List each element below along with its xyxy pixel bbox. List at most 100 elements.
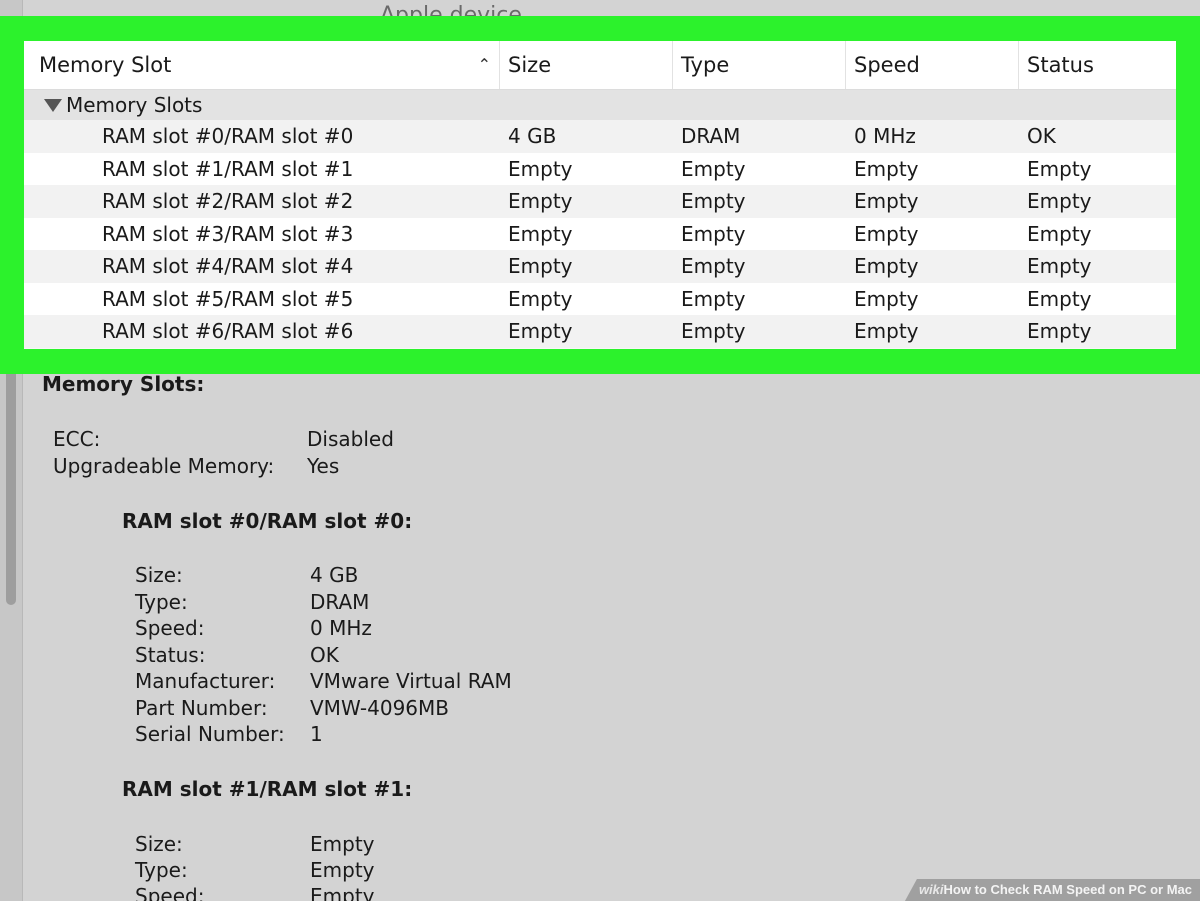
cell-speed: Empty (854, 221, 919, 246)
column-header-type[interactable]: Type (673, 41, 846, 89)
table-row[interactable]: RAM slot #6/RAM slot #6 Empty Empty Empt… (24, 315, 1176, 348)
cell-slot: RAM slot #3/RAM slot #3 (102, 221, 354, 246)
column-label: Memory Slot (39, 53, 172, 77)
speed-value: Empty (310, 884, 375, 901)
cell-status: Empty (1027, 286, 1092, 311)
cell-type: DRAM (681, 124, 741, 149)
cell-type: Empty (681, 319, 746, 344)
ecc-row: ECC: Disabled (53, 426, 394, 453)
upgradeable-row: Upgradeable Memory: Yes (53, 453, 339, 480)
speed-label: Speed: (135, 616, 205, 640)
cell-speed: Empty (854, 286, 919, 311)
system-information-window: Apple device Memory Slot ⌃ Size Type Spe… (0, 0, 1200, 901)
slot1-speed-row: Speed: Empty (135, 883, 375, 901)
table-header: Memory Slot ⌃ Size Type Speed Status (24, 41, 1176, 90)
upgradeable-value: Yes (307, 454, 340, 478)
slot0-part-row: Part Number: VMW-4096MB (135, 695, 449, 722)
type-value: DRAM (310, 590, 370, 614)
ecc-label: ECC: (53, 427, 101, 451)
table-row[interactable]: RAM slot #1/RAM slot #1 Empty Empty Empt… (24, 152, 1176, 185)
wikihow-watermark: wikiHow to Check RAM Speed on PC or Mac (904, 879, 1200, 901)
watermark-title: How to Check RAM Speed on PC or Mac (943, 882, 1192, 897)
cell-slot: RAM slot #4/RAM slot #4 (102, 254, 354, 279)
cell-slot: RAM slot #1/RAM slot #1 (102, 156, 354, 181)
slot1-size-row: Size: Empty (135, 831, 375, 858)
memory-slots-table: Memory Slot ⌃ Size Type Speed Status Mem… (24, 41, 1176, 349)
cell-speed: 0 MHz (854, 124, 916, 149)
cell-size: Empty (508, 189, 573, 214)
table-row[interactable]: RAM slot #5/RAM slot #5 Empty Empty Empt… (24, 282, 1176, 315)
column-label: Type (681, 53, 730, 77)
serial-number-value: 1 (310, 722, 323, 746)
status-value: OK (310, 643, 339, 667)
column-header-speed[interactable]: Speed (846, 41, 1019, 89)
group-row-memory-slots[interactable]: Memory Slots (24, 90, 1176, 120)
cell-size: Empty (508, 156, 573, 181)
sort-ascending-icon: ⌃ (477, 55, 491, 74)
cell-size: Empty (508, 286, 573, 311)
cell-speed: Empty (854, 189, 919, 214)
watermark-brand: wiki (918, 882, 944, 897)
part-number-label: Part Number: (135, 696, 268, 720)
type-value: Empty (310, 858, 375, 882)
cell-slot: RAM slot #6/RAM slot #6 (102, 319, 354, 344)
cell-slot: RAM slot #0/RAM slot #0 (102, 124, 354, 149)
details-pane: Memory Slots: ECC: Disabled Upgradeable … (24, 372, 1200, 901)
cell-slot: RAM slot #2/RAM slot #2 (102, 189, 354, 214)
cell-type: Empty (681, 189, 746, 214)
slot0-size-row: Size: 4 GB (135, 562, 358, 589)
status-label: Status: (135, 643, 206, 667)
slot1-type-row: Type: Empty (135, 857, 375, 884)
details-title: Memory Slots: (42, 372, 205, 396)
size-value: Empty (310, 832, 375, 856)
cell-size: 4 GB (508, 124, 557, 149)
cell-size: Empty (508, 319, 573, 344)
type-label: Type: (135, 858, 188, 882)
cell-status: Empty (1027, 156, 1092, 181)
cell-speed: Empty (854, 156, 919, 181)
cell-type: Empty (681, 254, 746, 279)
column-label: Speed (854, 53, 920, 77)
group-label: Memory Slots (66, 93, 203, 117)
cell-type: Empty (681, 156, 746, 181)
table-row[interactable]: RAM slot #2/RAM slot #2 Empty Empty Empt… (24, 185, 1176, 218)
table-row[interactable]: RAM slot #0/RAM slot #0 4 GB DRAM 0 MHz … (24, 120, 1176, 153)
cell-size: Empty (508, 254, 573, 279)
size-label: Size: (135, 563, 183, 587)
column-label: Status (1027, 53, 1094, 77)
type-label: Type: (135, 590, 188, 614)
column-header-size[interactable]: Size (500, 41, 673, 89)
size-label: Size: (135, 832, 183, 856)
manufacturer-value: VMware Virtual RAM (310, 669, 512, 693)
slot0-status-row: Status: OK (135, 642, 339, 669)
cell-size: Empty (508, 221, 573, 246)
disclosure-triangle-icon[interactable] (44, 98, 62, 112)
table-body: RAM slot #0/RAM slot #0 4 GB DRAM 0 MHz … (24, 120, 1176, 348)
table-row[interactable]: RAM slot #3/RAM slot #3 Empty Empty Empt… (24, 217, 1176, 250)
cell-type: Empty (681, 221, 746, 246)
upgradeable-label: Upgradeable Memory: (53, 454, 275, 478)
cell-type: Empty (681, 286, 746, 311)
cell-status: OK (1027, 124, 1056, 149)
serial-number-label: Serial Number: (135, 722, 285, 746)
cell-status: Empty (1027, 189, 1092, 214)
slot0-manufacturer-row: Manufacturer: VMware Virtual RAM (135, 668, 512, 695)
cell-status: Empty (1027, 319, 1092, 344)
part-number-value: VMW-4096MB (310, 696, 449, 720)
cell-status: Empty (1027, 254, 1092, 279)
speed-label: Speed: (135, 884, 205, 901)
column-header-memory-slot[interactable]: Memory Slot ⌃ (24, 41, 500, 89)
cell-status: Empty (1027, 221, 1092, 246)
manufacturer-label: Manufacturer: (135, 669, 276, 693)
ecc-value: Disabled (307, 427, 394, 451)
slot0-serial-row: Serial Number: 1 (135, 721, 323, 748)
size-value: 4 GB (310, 563, 359, 587)
speed-value: 0 MHz (310, 616, 372, 640)
cell-speed: Empty (854, 254, 919, 279)
table-row[interactable]: RAM slot #4/RAM slot #4 Empty Empty Empt… (24, 250, 1176, 283)
column-header-status[interactable]: Status (1019, 41, 1176, 89)
cell-slot: RAM slot #5/RAM slot #5 (102, 286, 354, 311)
slot1-heading: RAM slot #1/RAM slot #1: (122, 777, 413, 801)
slot0-speed-row: Speed: 0 MHz (135, 615, 372, 642)
slot0-type-row: Type: DRAM (135, 589, 369, 616)
